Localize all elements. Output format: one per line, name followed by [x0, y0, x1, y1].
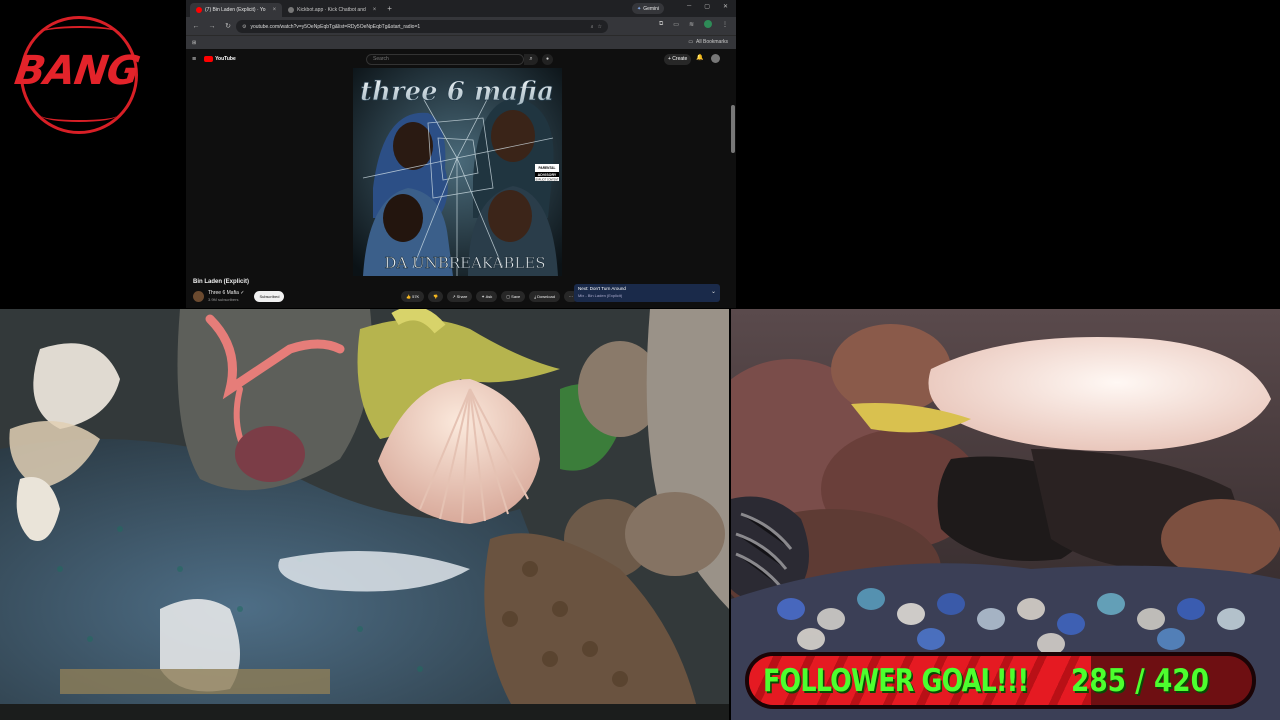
video-actions: 👍 57K 👎 ↗ Share ✦ Ask ▢ Save ⤓ Download …	[401, 291, 578, 302]
video-title: Bin Laden (Explicit)	[193, 279, 250, 285]
toolbar-right: ⧉ ▭ ≋ ⋮	[659, 20, 728, 28]
goal-count: 285 / 420	[1071, 663, 1209, 699]
close-tab-icon[interactable]: ×	[273, 7, 277, 13]
album-cover-art: three 6 mafia PARENTAL ADVISORY EXPLICIT…	[353, 68, 562, 276]
youtube-logo[interactable]: YouTube	[204, 56, 236, 62]
aquarium-scene-left	[0, 309, 729, 720]
youtube-favicon-icon	[196, 7, 202, 13]
apps-icon[interactable]: ⊞	[192, 40, 196, 46]
save-button[interactable]: ▢ Save	[501, 291, 526, 302]
stream-layout: BANG (7) Bin Laden (Explicit) · Yo × Kic…	[0, 0, 1280, 720]
next-title: Next: Don't Turn Around	[578, 286, 626, 291]
ask-button[interactable]: ✦ Ask	[476, 291, 498, 302]
channel-info: Three 6 Mafia ✓ 3.9M subscribers Subscri…	[193, 290, 285, 302]
gemini-icon: ✦	[637, 5, 642, 12]
aquarium-camera-left	[0, 309, 729, 720]
chevron-down-icon[interactable]: ⌄	[711, 288, 716, 295]
like-button[interactable]: 👍 57K	[401, 291, 425, 302]
download-button[interactable]: ⤓ Download	[529, 291, 560, 302]
folder-icon: ▭	[688, 39, 694, 45]
gemini-button[interactable]: ✦ Gemini	[632, 3, 665, 14]
advisory-line-3: EXPLICIT CONTENT	[536, 179, 559, 182]
zoom-icon[interactable]: ⌕	[591, 24, 594, 30]
goal-label: FOLLOWER GOAL!!!	[763, 663, 1029, 699]
youtube-page: ≡ YouTube Search ⌕ ● + Create 🔔 three 6 …	[186, 49, 736, 308]
album-title-text: DA UNBREAKABLES	[384, 254, 545, 272]
menu-icon[interactable]: ⋮	[722, 21, 728, 28]
side-panel-icon[interactable]: ▭	[673, 21, 679, 28]
site-info-icon[interactable]: ⚙	[242, 24, 246, 30]
notifications-bell-icon[interactable]: 🔔	[696, 54, 703, 61]
goal-track: FOLLOWER GOAL!!! 285 / 420	[749, 656, 1252, 705]
close-window-icon[interactable]: ✕	[723, 3, 728, 10]
channel-text: Three 6 Mafia ✓ 3.9M subscribers	[208, 290, 244, 302]
album-artist-text: three 6 mafia	[360, 77, 554, 107]
cast-icon[interactable]: ≋	[689, 21, 694, 28]
advisory-line-1: PARENTAL	[539, 166, 556, 170]
microphone-icon[interactable]: ●	[542, 54, 553, 65]
kickbot-favicon-icon	[288, 7, 295, 13]
extensions-icon[interactable]: ⧉	[659, 21, 663, 28]
address-bar[interactable]: ⚙ youtube.com/watch?v=y5OeNpEqbTg&list=R…	[236, 20, 608, 33]
account-avatar[interactable]	[711, 54, 720, 63]
browser-toolbar: ← → ↻ ⚙ youtube.com/watch?v=y5OeNpEqbTg&…	[186, 17, 736, 35]
follower-goal-bar: FOLLOWER GOAL!!! 285 / 420	[745, 652, 1256, 709]
url-text: youtube.com/watch?v=y5OeNpEqbTg&list=RDy…	[250, 23, 421, 30]
video-player[interactable]: three 6 mafia PARENTAL ADVISORY EXPLICIT…	[353, 68, 562, 276]
back-icon[interactable]: ←	[192, 23, 200, 30]
logo-script-bottom	[42, 110, 116, 122]
tab-bar: (7) Bin Laden (Explicit) · Yo × Kickbot.…	[186, 0, 736, 17]
youtube-search-input[interactable]: Search	[366, 54, 524, 65]
tab-title: (7) Bin Laden (Explicit) · Yo	[205, 7, 266, 13]
channel-avatar[interactable]	[193, 290, 204, 302]
profile-avatar[interactable]	[704, 20, 712, 28]
share-button[interactable]: ↗ Share	[447, 291, 473, 302]
close-tab-icon[interactable]: ×	[373, 7, 377, 13]
forward-icon[interactable]: →	[208, 23, 216, 30]
minimize-icon[interactable]: ─	[687, 3, 691, 10]
youtube-play-icon	[204, 56, 214, 62]
all-bookmarks[interactable]: ▭ All Bookmarks	[688, 39, 728, 45]
dislike-button[interactable]: 👎	[428, 291, 444, 302]
subscriber-count: 3.9M subscribers	[208, 297, 239, 302]
tab-youtube[interactable]: (7) Bin Laden (Explicit) · Yo ×	[190, 3, 283, 17]
hamburger-menu-icon[interactable]: ≡	[192, 56, 196, 63]
tab-kickbot[interactable]: Kickbot.app · Kick Chatbot and ×	[282, 3, 382, 17]
logo-script-top	[40, 26, 120, 40]
gemini-label: Gemini	[643, 5, 660, 12]
window-controls: ─ ▢ ✕	[687, 3, 728, 10]
subscribe-button[interactable]: Subscribed	[254, 290, 285, 302]
bookmark-star-icon[interactable]: ☆	[598, 24, 602, 30]
browser-window: (7) Bin Laden (Explicit) · Yo × Kickbot.…	[186, 0, 736, 308]
search-icon[interactable]: ⌕	[524, 54, 538, 65]
new-tab-icon[interactable]: +	[387, 4, 392, 13]
maximize-icon[interactable]: ▢	[704, 3, 710, 10]
tab-title: Kickbot.app · Kick Chatbot and	[297, 7, 366, 13]
advisory-line-2: ADVISORY	[538, 173, 557, 177]
next-subtitle: Mix - Bin Laden (Explicit)	[578, 293, 623, 298]
youtube-header: ≡ YouTube Search ⌕ ● + Create 🔔	[186, 49, 736, 69]
logo-text: BANG	[11, 48, 143, 94]
up-next-card[interactable]: Next: Don't Turn Around Mix - Bin Laden …	[574, 284, 720, 302]
all-bookmarks-label: All Bookmarks	[696, 39, 728, 45]
youtube-logo-text: YouTube	[215, 56, 236, 62]
bookmarks-bar: ⊞ ▭ All Bookmarks	[186, 35, 736, 49]
channel-name[interactable]: Three 6 Mafia ✓	[208, 290, 244, 296]
page-scrollbar[interactable]	[731, 105, 735, 153]
reload-icon[interactable]: ↻	[224, 22, 232, 30]
bang-logo: BANG	[12, 14, 142, 136]
create-button[interactable]: + Create	[664, 54, 692, 65]
